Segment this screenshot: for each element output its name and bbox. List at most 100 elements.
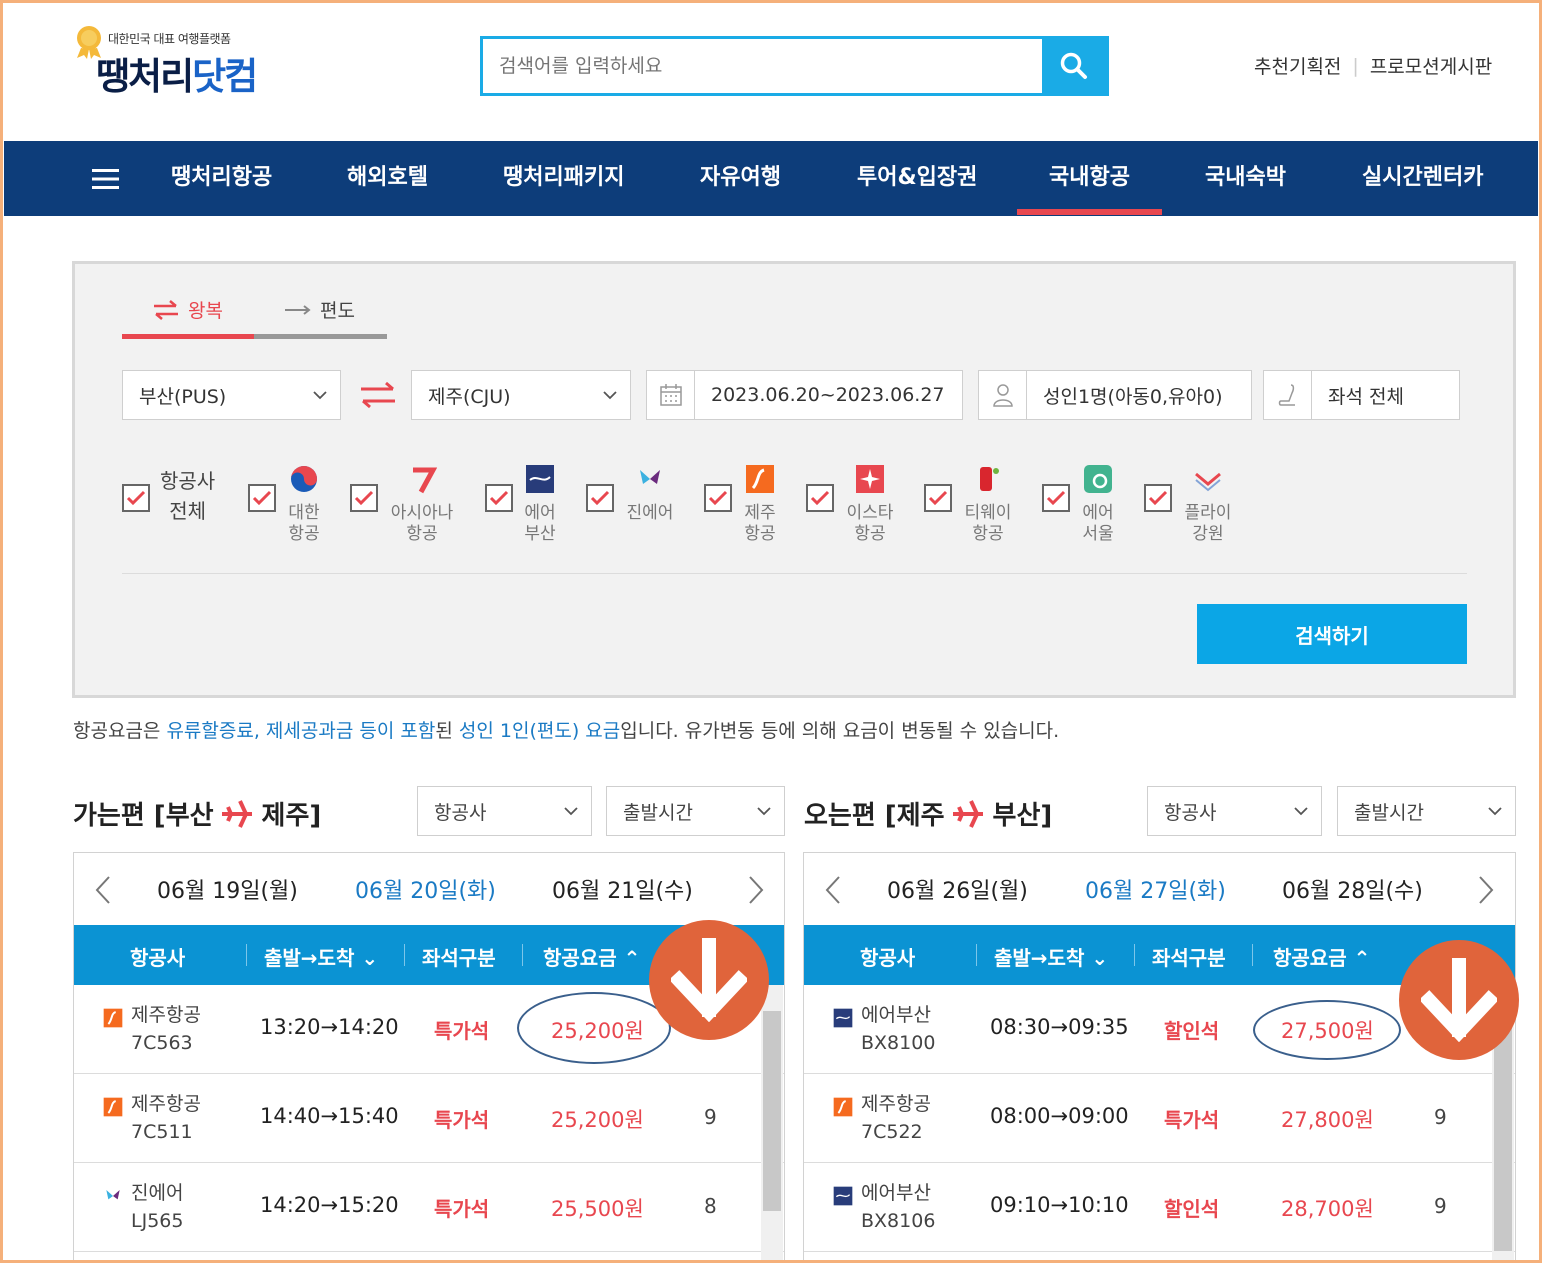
outbound-date-current[interactable]: 06월 20일(화) bbox=[355, 873, 496, 905]
col-airline[interactable]: 항공사 bbox=[860, 942, 915, 971]
airline-all-label-1: 항공사 bbox=[160, 469, 216, 493]
tab-round-trip[interactable]: 왕복 bbox=[152, 296, 223, 323]
col-divider bbox=[1252, 944, 1253, 966]
outbound-date-next[interactable]: 06월 21일(수) bbox=[552, 873, 693, 905]
tab-active-indicator bbox=[122, 334, 254, 339]
tab-one-way[interactable]: 편도 bbox=[284, 296, 355, 323]
col-price[interactable]: 항공요금 ⌃ bbox=[543, 942, 640, 971]
col-time[interactable]: 출발→도착 ⌄ bbox=[264, 942, 378, 971]
col-price[interactable]: 항공요금 ⌃ bbox=[1273, 942, 1370, 971]
airline-label-line2: 강원 bbox=[1192, 524, 1224, 544]
flight-time: 08:30→09:35 bbox=[990, 1015, 1129, 1039]
col-divider bbox=[246, 944, 247, 966]
airline-label-line2: 항공 bbox=[406, 524, 438, 544]
inbound-airline-filter[interactable]: 항공사 bbox=[1147, 786, 1322, 836]
destination-select[interactable]: 제주(CJU) bbox=[411, 370, 631, 420]
link-recommended[interactable]: 추천기획전 bbox=[1254, 52, 1341, 79]
scrollbar-thumb[interactable] bbox=[763, 1011, 781, 1211]
outbound-time-filter-label: 출발시간 bbox=[623, 801, 693, 824]
airline-label-line2: 항공 bbox=[744, 524, 776, 544]
tab-one-way-label: 편도 bbox=[320, 300, 355, 322]
swap-arrows-icon bbox=[154, 299, 178, 320]
flight-time: 14:40→15:40 bbox=[260, 1104, 399, 1128]
airline-name: 제주항공 7C511 bbox=[131, 1090, 201, 1146]
outbound-date-prev[interactable]: 06월 19일(월) bbox=[157, 873, 298, 905]
airline-label-line1: 진에어 bbox=[626, 503, 674, 523]
airline-all-checkbox[interactable] bbox=[122, 484, 150, 512]
link-promotion[interactable]: 프로모션게시판 bbox=[1370, 52, 1492, 79]
flight-number: 7C511 bbox=[131, 1121, 193, 1143]
price-highlight-ellipse bbox=[517, 992, 671, 1064]
flight-number: LJ565 bbox=[131, 1210, 184, 1232]
jin-air-icon bbox=[640, 470, 660, 484]
asiana-icon bbox=[413, 467, 437, 494]
chevron-left-icon[interactable] bbox=[824, 875, 842, 905]
outbound-airline-filter[interactable]: 항공사 bbox=[417, 786, 592, 836]
flight-number: 7C563 bbox=[131, 1032, 193, 1054]
chevron-down-icon: ⌄ bbox=[361, 946, 379, 970]
outbound-scrollbar[interactable] bbox=[761, 985, 783, 1263]
airline-label-line1: 대한 bbox=[288, 503, 320, 523]
inbound-date-current[interactable]: 06월 27일(화) bbox=[1085, 873, 1226, 905]
origin-select[interactable]: 부산(PUS) bbox=[122, 370, 341, 420]
airline-label: 제주 항공 bbox=[720, 503, 800, 545]
col-airline[interactable]: 항공사 bbox=[130, 942, 185, 971]
airline-checkbox[interactable] bbox=[350, 484, 378, 512]
chevron-right-icon[interactable] bbox=[1477, 875, 1495, 905]
flight-row[interactable]: 진에어 LJ565 14:20→15:20 특가석 25,500원 8 bbox=[74, 1163, 784, 1252]
arrow-right-icon bbox=[285, 304, 311, 315]
col-seat[interactable]: 좌석구분 bbox=[1152, 942, 1226, 971]
inbound-results: 06월 26일(월) 06월 27일(화) 06월 28일(수) 항공사 출발→… bbox=[803, 852, 1516, 1263]
flight-row[interactable]: 제주항공 7C511 14:40→15:40 특가석 25,200원 9 bbox=[74, 1074, 784, 1163]
flight-row[interactable]: 제주항공 7C522 08:00→09:00 특가석 27,800원 9 bbox=[804, 1074, 1515, 1163]
nav-item-domestic-flights[interactable]: 국내항공 bbox=[1049, 163, 1130, 193]
nav-item-rentcar[interactable]: 실시간렌터카 bbox=[1362, 163, 1483, 193]
destination-value: 제주(CJU) bbox=[428, 385, 511, 408]
col-time[interactable]: 출발→도착 ⌄ bbox=[994, 942, 1108, 971]
nav-item-domestic-stay[interactable]: 국내숙박 bbox=[1205, 163, 1286, 193]
nav-active-indicator bbox=[1017, 209, 1162, 215]
inbound-time-filter-label: 출발시간 bbox=[1354, 801, 1424, 824]
col-price-label: 항공요금 bbox=[543, 946, 617, 970]
search-button[interactable] bbox=[1042, 39, 1106, 93]
nav-item-hotels[interactable]: 해외호텔 bbox=[347, 163, 428, 193]
menu-icon[interactable] bbox=[92, 168, 119, 190]
flight-row[interactable]: 에어부산 BX8106 09:10→10:10 할인석 28,700원 9 bbox=[804, 1163, 1515, 1252]
passenger-field[interactable]: 성인1명(아동0,유아0) bbox=[978, 370, 1252, 420]
inbound-date-next[interactable]: 06월 28일(수) bbox=[1282, 873, 1423, 905]
nav-item-tours[interactable]: 투어&입장권 bbox=[857, 163, 977, 193]
flight-time: 09:10→10:10 bbox=[990, 1193, 1129, 1217]
flight-time: 13:20→14:20 bbox=[260, 1015, 399, 1039]
nav-item-packages[interactable]: 땡처리패키지 bbox=[503, 163, 624, 193]
top-links: 추천기획전 | 프로모션게시판 bbox=[1254, 52, 1492, 79]
seat-icon-wrap bbox=[1264, 371, 1312, 419]
jeju-air-icon bbox=[103, 1008, 123, 1028]
scrollbar-thumb[interactable] bbox=[1494, 1011, 1512, 1251]
inbound-date-prev[interactable]: 06월 26일(월) bbox=[887, 873, 1028, 905]
search-input[interactable] bbox=[483, 39, 1042, 93]
outbound-title: 가는편 [부산 제주] bbox=[73, 795, 321, 832]
col-seat[interactable]: 좌석구분 bbox=[422, 942, 496, 971]
air-busan-icon bbox=[526, 465, 554, 493]
date-field[interactable]: 2023.06.20~2023.06.27 bbox=[646, 370, 963, 420]
seat-type: 할인석 bbox=[1164, 1197, 1220, 1221]
outbound-time-filter[interactable]: 출발시간 bbox=[606, 786, 785, 836]
nav-item-flights[interactable]: 땡처리항공 bbox=[171, 163, 272, 193]
airline-name-text: 에어부산 bbox=[861, 1004, 931, 1026]
search-submit-button[interactable]: 검색하기 bbox=[1197, 604, 1467, 664]
nav-item-free-travel[interactable]: 자유여행 bbox=[700, 163, 781, 193]
notice-highlight-1: 유류할증료, 제세공과금 등이 포함 bbox=[166, 720, 436, 742]
chevron-left-icon[interactable] bbox=[94, 875, 112, 905]
chevron-up-icon: ⌃ bbox=[1353, 946, 1371, 970]
airline-name-text: 제주항공 bbox=[131, 1093, 201, 1115]
chevron-right-icon[interactable] bbox=[747, 875, 765, 905]
chevron-down-icon bbox=[757, 807, 771, 816]
check-icon bbox=[1148, 490, 1168, 506]
swap-route-icon[interactable] bbox=[357, 381, 399, 409]
air-seoul-icon bbox=[1084, 465, 1112, 493]
inbound-time-filter[interactable]: 출발시간 bbox=[1337, 786, 1516, 836]
logo[interactable]: 땡처리닷컴 bbox=[96, 46, 258, 100]
flight-number: BX8100 bbox=[861, 1032, 936, 1054]
seat-class-field[interactable]: 좌석 전체 bbox=[1263, 370, 1460, 420]
airline-label-line2: 부산 bbox=[524, 524, 556, 544]
